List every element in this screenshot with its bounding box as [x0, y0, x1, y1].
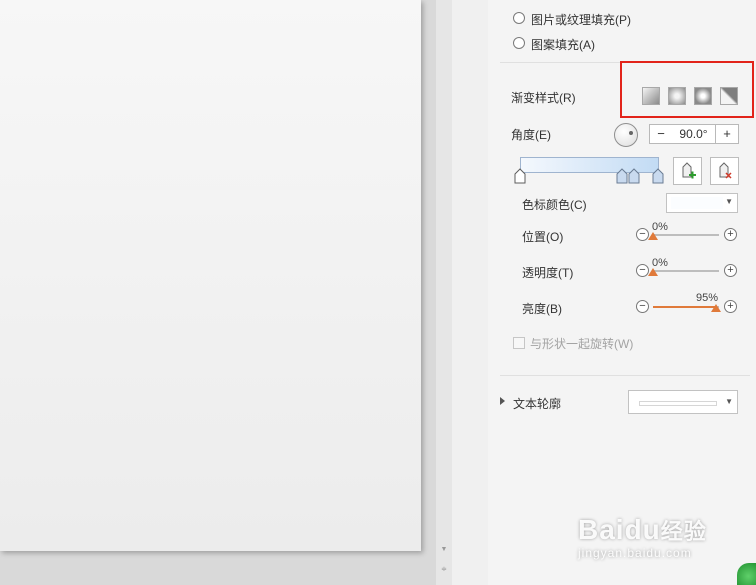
watermark-url: jingyan.baidu.com	[578, 546, 692, 560]
delete-stop-icon	[719, 162, 732, 179]
watermark-brand: Baidu	[578, 514, 661, 545]
baidu-watermark: Baidu经验 jingyan.baidu.com	[578, 514, 707, 560]
slide[interactable]	[0, 0, 421, 551]
angle-input[interactable]: 90.0°	[672, 124, 715, 144]
gradient-stop-handle[interactable]	[616, 168, 628, 184]
color-swatch	[671, 197, 723, 209]
transparency-value: 0%	[652, 257, 668, 269]
chevron-down-icon: ▼	[725, 197, 733, 206]
rotate-with-shape-checkbox[interactable]	[513, 337, 525, 349]
angle-increase-button[interactable]: +	[715, 124, 739, 144]
gradient-stop-handle[interactable]	[514, 168, 526, 184]
add-gradient-stop-button[interactable]	[673, 157, 702, 185]
picture-texture-fill-label: 图片或纹理填充(P)	[531, 13, 631, 27]
brightness-increase-button[interactable]: +	[724, 300, 737, 313]
brightness-decrease-button[interactable]: −	[636, 300, 649, 313]
text-outline-dropdown[interactable]: ▼	[628, 390, 738, 414]
angle-dial-dot-icon	[629, 131, 633, 135]
angle-decrease-button[interactable]: −	[649, 124, 673, 144]
brightness-value: 95%	[696, 292, 719, 304]
highlight-box	[620, 61, 754, 118]
scroll-down-icon[interactable]: ▼	[440, 546, 448, 554]
transparency-slider-track[interactable]	[653, 270, 719, 272]
chevron-down-icon: ▼	[725, 397, 733, 406]
brightness-slider-fill	[653, 306, 716, 308]
delete-gradient-stop-button[interactable]	[710, 157, 739, 185]
position-label: 位置(O)	[522, 230, 564, 244]
rotate-with-shape-label: 与形状一起旋转(W)	[530, 337, 634, 351]
brightness-slider-thumb[interactable]	[710, 304, 721, 312]
transparency-slider-thumb[interactable]	[648, 268, 658, 276]
position-slider-thumb[interactable]	[648, 232, 658, 240]
position-value: 0%	[652, 221, 668, 233]
outline-line-preview	[639, 401, 717, 406]
add-stop-icon	[682, 162, 696, 179]
stop-color-label: 色标颜色(C)	[522, 198, 587, 212]
picture-texture-fill-radio[interactable]	[513, 12, 525, 24]
angle-label: 角度(E)	[511, 128, 551, 142]
pattern-fill-label: 图案填充(A)	[531, 38, 595, 52]
angle-dial[interactable]	[614, 123, 638, 147]
stop-color-dropdown[interactable]: ▼	[666, 193, 738, 213]
pattern-fill-radio[interactable]	[513, 37, 525, 49]
scroll-page-icon[interactable]: ≑	[440, 566, 448, 574]
separator	[500, 375, 750, 376]
gradient-style-label: 渐变样式(R)	[511, 91, 576, 105]
brightness-label: 亮度(B)	[522, 302, 562, 316]
gradient-stop-handle[interactable]	[628, 168, 640, 184]
corner-badge-icon	[737, 563, 756, 585]
transparency-label: 透明度(T)	[522, 266, 574, 280]
panel-gutter	[452, 0, 488, 585]
watermark-brand-cn: 经验	[660, 519, 707, 544]
text-outline-label[interactable]: 文本轮廓	[513, 395, 561, 412]
gradient-stop-handle[interactable]	[652, 168, 664, 184]
transparency-increase-button[interactable]: +	[724, 264, 737, 277]
position-increase-button[interactable]: +	[724, 228, 737, 241]
position-slider-track[interactable]	[653, 234, 719, 236]
vertical-scrollbar[interactable]	[436, 0, 452, 585]
expand-arrow-icon[interactable]	[500, 397, 505, 405]
